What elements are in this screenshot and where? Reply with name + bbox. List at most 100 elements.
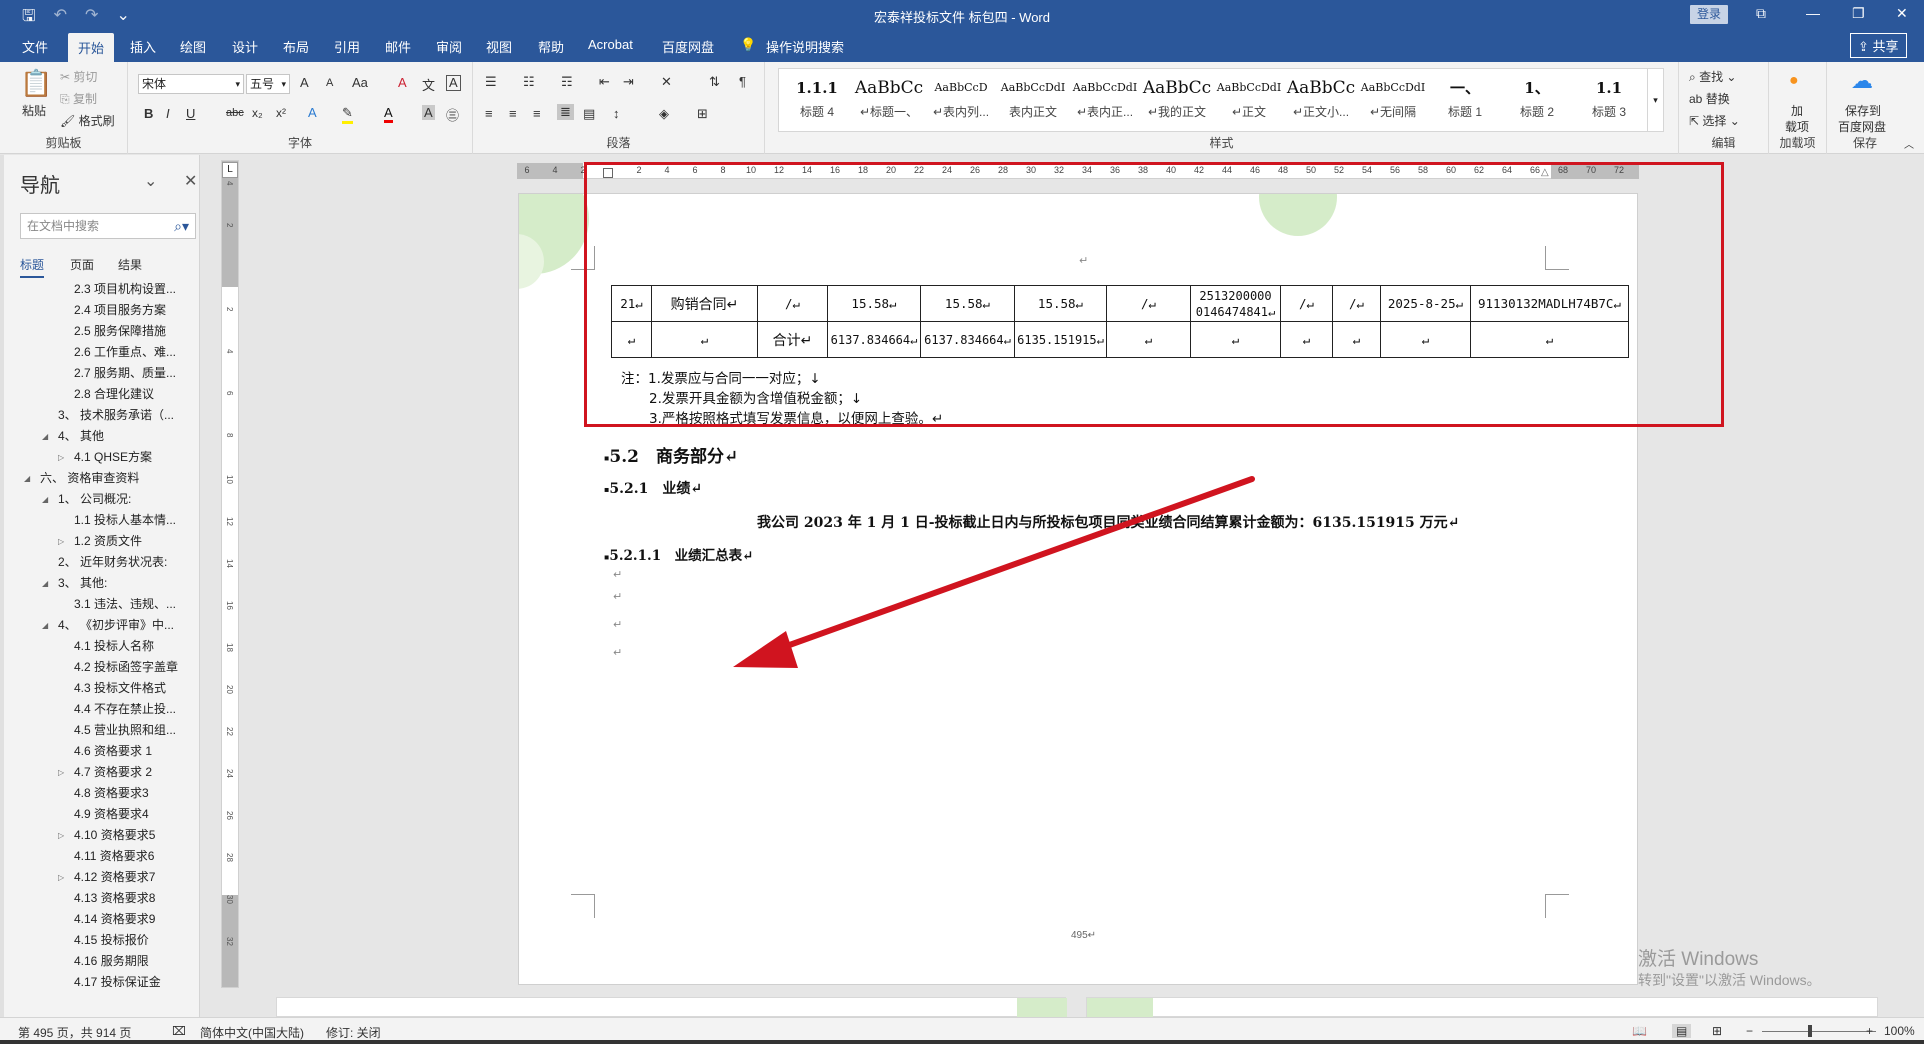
tell-me-search[interactable]: 操作说明搜索 xyxy=(766,37,844,56)
shrink-font-icon[interactable]: A xyxy=(326,77,333,89)
nav-tab-pages[interactable]: 页面 xyxy=(70,256,94,273)
style-item[interactable]: AaBbCc ↵正文小... xyxy=(1285,73,1357,129)
line-spacing-icon[interactable]: ↕ xyxy=(613,106,620,121)
tab-file[interactable]: 文件 xyxy=(22,37,48,56)
tab-home[interactable]: 开始 xyxy=(68,33,115,64)
align-center-icon[interactable]: ≡ xyxy=(509,106,517,121)
style-item[interactable]: AaBbCcDdI ↵表内正... xyxy=(1069,73,1141,129)
expand-icon[interactable]: ▷ xyxy=(58,531,64,552)
find-button[interactable]: ⌕ 查找 ⌄ xyxy=(1689,68,1736,85)
nav-heading-item[interactable]: 4.5 营业执照和组... xyxy=(0,720,199,741)
tab-insert[interactable]: 插入 xyxy=(130,37,156,56)
highlight-icon[interactable]: ✎ xyxy=(342,105,353,124)
zoom-slider-thumb[interactable] xyxy=(1808,1025,1812,1037)
baidu-cloud-icon[interactable]: ☁ xyxy=(1851,68,1873,94)
share-button[interactable]: ⇪ 共享 xyxy=(1850,33,1907,58)
justify-icon[interactable]: ≣ xyxy=(557,104,574,120)
zoom-slider-track[interactable] xyxy=(1762,1031,1876,1032)
nav-heading-item[interactable]: 2.5 服务保障措施 xyxy=(0,321,199,342)
italic-button[interactable]: I xyxy=(166,106,170,121)
nav-scrollbar[interactable] xyxy=(0,155,4,1017)
nav-heading-item[interactable]: 4.14 资格要求9 xyxy=(0,909,199,930)
nav-heading-item[interactable]: 4.9 资格要求4 xyxy=(0,804,199,825)
style-item[interactable]: AaBbCcDdI 表内正文 xyxy=(997,73,1069,129)
maximize-icon[interactable]: ❐ xyxy=(1852,5,1865,22)
align-right-icon[interactable]: ≡ xyxy=(533,106,541,121)
nav-heading-item[interactable]: 4.2 投标函签字盖章 xyxy=(0,657,199,678)
login-button[interactable]: 登录 xyxy=(1690,5,1728,24)
nav-heading-item[interactable]: 2.4 项目服务方案 xyxy=(0,300,199,321)
bold-button[interactable]: B xyxy=(144,106,153,121)
close-icon[interactable]: ✕ xyxy=(184,171,197,191)
nav-heading-item[interactable]: 4.6 资格要求 1 xyxy=(0,741,199,762)
style-item[interactable]: 1、 标题 2 xyxy=(1501,73,1573,129)
clear-format-icon[interactable]: A xyxy=(398,75,407,90)
nav-heading-item[interactable]: 3、 技术服务承诺（... xyxy=(0,405,199,426)
nav-heading-item[interactable]: 2.7 服务期、质量... xyxy=(0,363,199,384)
phonetic-guide-icon[interactable]: 文 xyxy=(422,75,435,94)
tab-design[interactable]: 设计 xyxy=(232,37,258,56)
char-shading-icon[interactable]: A xyxy=(422,105,435,120)
tab-help[interactable]: 帮助 xyxy=(538,37,564,56)
nav-heading-item[interactable]: ▷ 1.2 资质文件 xyxy=(0,531,199,552)
subscript-button[interactable]: x₂ xyxy=(252,106,263,120)
numbering-icon[interactable]: ☷ xyxy=(523,74,535,90)
nav-heading-item[interactable]: 2.6 工作重点、难... xyxy=(0,342,199,363)
shading-icon[interactable]: ◈ xyxy=(659,106,669,122)
nav-heading-item[interactable]: 4.15 投标报价 xyxy=(0,930,199,951)
proofing-icon[interactable]: ⌧ xyxy=(172,1024,186,1038)
nav-heading-item[interactable]: 4.17 投标保证金 xyxy=(0,972,199,993)
collapse-icon[interactable]: ◢ xyxy=(42,615,48,636)
ribbon-display-icon[interactable]: ⧉ xyxy=(1756,5,1766,22)
zoom-level[interactable]: 100% xyxy=(1884,1024,1915,1038)
vertical-ruler[interactable]: 4 2 2 4 6 8 10 12 14 16 18 20 22 24 26 28 30 32 xyxy=(221,160,239,988)
tab-draw[interactable]: 绘图 xyxy=(180,37,206,56)
underline-button[interactable]: U xyxy=(186,106,195,121)
nav-heading-item[interactable]: ▷ 4.10 资格要求5 xyxy=(0,825,199,846)
style-item[interactable]: 1.1 标题 3 xyxy=(1573,73,1645,129)
minimize-icon[interactable]: — xyxy=(1806,5,1820,21)
tab-view[interactable]: 视图 xyxy=(486,37,512,56)
style-item[interactable]: AaBbCcDdI ↵正文 xyxy=(1213,73,1285,129)
nav-heading-item[interactable]: 4.16 服务期限 xyxy=(0,951,199,972)
superscript-button[interactable]: x² xyxy=(276,106,286,120)
paste-icon[interactable]: 📋 xyxy=(20,68,52,99)
nav-heading-item[interactable]: ▷ 4.7 资格要求 2 xyxy=(0,762,199,783)
language-status[interactable]: 简体中文(中国大陆) xyxy=(200,1024,304,1041)
nav-heading-item[interactable]: 1.1 投标人基本情... xyxy=(0,510,199,531)
change-case-icon[interactable]: Aa xyxy=(352,75,368,90)
search-icon[interactable]: ⌕▾ xyxy=(174,214,189,238)
nav-heading-item[interactable]: 4.1 投标人名称 xyxy=(0,636,199,657)
nav-heading-item[interactable]: 2.8 合理化建议 xyxy=(0,384,199,405)
nav-heading-item[interactable]: ◢ 3、 其他: xyxy=(0,573,199,594)
collapse-icon[interactable]: ◢ xyxy=(24,468,30,489)
text-effects-icon[interactable]: A xyxy=(308,105,317,120)
tab-review[interactable]: 审阅 xyxy=(436,37,462,56)
sort-icon[interactable]: ⇅ xyxy=(709,74,720,90)
font-name-select[interactable]: 宋体 ▾ xyxy=(138,74,244,94)
print-layout-icon[interactable]: ▤ xyxy=(1672,1024,1692,1038)
zoom-in-button[interactable]: + xyxy=(1866,1024,1873,1038)
collapse-icon[interactable]: ◢ xyxy=(42,573,48,594)
nav-heading-item[interactable]: ◢ 4、 《初步评审》中... xyxy=(0,615,199,636)
nav-heading-item[interactable]: 4.13 资格要求8 xyxy=(0,888,199,909)
expand-icon[interactable]: ▷ xyxy=(58,825,64,846)
style-item[interactable]: AaBbCc ↵我的正文 xyxy=(1141,73,1213,129)
style-item[interactable]: 1.1.1 标题 4 xyxy=(781,73,853,129)
expand-icon[interactable]: ▷ xyxy=(58,867,64,888)
nav-heading-item[interactable]: 4.11 资格要求6 xyxy=(0,846,199,867)
paste-button[interactable]: 粘贴 xyxy=(22,102,46,119)
tab-references[interactable]: 引用 xyxy=(334,37,360,56)
cut-button[interactable]: ✂ 剪切 xyxy=(60,68,97,85)
chinese-layout-icon[interactable]: ✕ xyxy=(661,74,672,90)
nav-heading-item[interactable]: ◢ 六、 资格审查资料 xyxy=(0,468,199,489)
format-painter-button[interactable]: 🖌 格式刷 xyxy=(60,112,115,129)
read-mode-icon[interactable]: 📖 xyxy=(1632,1024,1647,1038)
tab-mailings[interactable]: 邮件 xyxy=(385,37,411,56)
web-layout-icon[interactable]: ⊞ xyxy=(1712,1024,1722,1038)
addins-icon[interactable]: ● xyxy=(1789,72,1799,90)
borders-icon[interactable]: ⊞ xyxy=(697,106,708,122)
nav-heading-item[interactable]: 4.3 投标文件格式 xyxy=(0,678,199,699)
page-count-status[interactable]: 第 495 页，共 914 页 xyxy=(18,1024,131,1041)
nav-heading-item[interactable]: 3.1 违法、违规、... xyxy=(0,594,199,615)
